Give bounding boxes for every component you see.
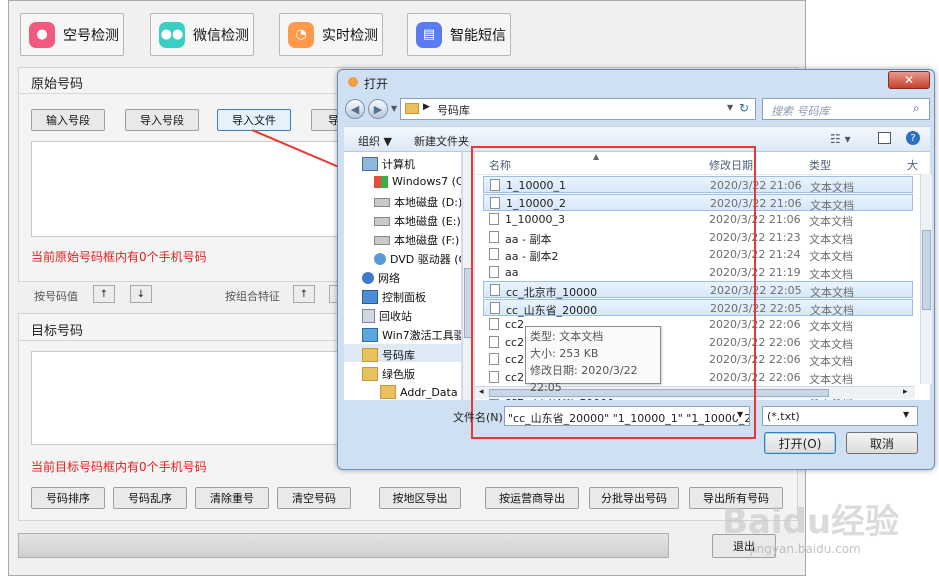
close-icon: ✕ [903, 73, 915, 87]
navigation-pane: 计算机 Windows7 (C: 本地磁盘 (D:) 本地磁盘 (E:) 本地磁… [344, 152, 462, 400]
file-type: 文本文档 [809, 372, 853, 386]
cancel-button[interactable]: 取消 [846, 432, 918, 454]
folder-icon [405, 103, 419, 114]
breadcrumb-separator-icon: ▶ [423, 102, 430, 112]
address-bar[interactable]: ▶ 号码库 ▼ ↻ [400, 98, 756, 120]
nav-number-library[interactable]: 号码库 [362, 347, 415, 363]
forward-button[interactable]: ▶ [368, 99, 388, 119]
nav-label: 回收站 [379, 310, 412, 323]
nav-drive-d[interactable]: 本地磁盘 (D:) [374, 194, 462, 210]
filename-label: 文件名(N): [453, 411, 507, 424]
disk-icon [374, 197, 390, 207]
address-dropdown-icon[interactable]: ▼ [727, 103, 733, 112]
nav-win7-tool[interactable]: Win7激活工具驱 [362, 327, 462, 343]
nav-control-panel[interactable]: 控制面板 [362, 289, 426, 305]
nav-label: 本地磁盘 (E:) [394, 215, 461, 228]
history-dropdown-icon[interactable]: ▼ [391, 104, 397, 113]
file-type: 文本文档 [809, 320, 853, 333]
dialog-title: 打开 [364, 77, 389, 91]
nav-label: 本地磁盘 (D:) [394, 196, 462, 209]
nav-label: Addr_Data [400, 385, 458, 399]
column-size[interactable]: 大 [907, 157, 918, 173]
search-icon[interactable]: ⌕ [913, 101, 920, 116]
organize-menu[interactable]: 组织 ▼ [358, 133, 392, 149]
nav-label: 号码库 [382, 349, 415, 362]
nav-label: 网络 [378, 272, 400, 285]
nav-label: Win7激活工具驱 [382, 329, 462, 342]
refresh-icon[interactable]: ↻ [739, 101, 749, 115]
nav-addr-data[interactable]: Addr_Data [380, 385, 458, 399]
filter-value: (*.txt) [767, 410, 800, 423]
nav-drive-e[interactable]: 本地磁盘 (E:) [374, 213, 461, 229]
file-vertical-scrollbar[interactable] [920, 174, 932, 384]
tool-icon [362, 328, 378, 342]
nav-label: 控制面板 [382, 291, 426, 304]
nav-label: Windows7 (C: [392, 175, 462, 188]
open-file-dialog: 打开 ✕ ◀ ▶ ▼ ▶ 号码库 ▼ ↻ 搜索 号码库 ⌕ 组织 ▼ 新建文件夹… [337, 69, 935, 470]
file-type: 文本文档 [809, 267, 853, 281]
filter-dropdown-icon[interactable]: ▼ [903, 410, 909, 419]
vscroll-thumb[interactable] [922, 230, 931, 310]
search-placeholder: 搜索 号码库 [771, 105, 830, 118]
nav-drive-f[interactable]: 本地磁盘 (F:) [374, 232, 459, 248]
windows-drive-icon [374, 175, 388, 188]
computer-icon [362, 157, 378, 171]
nav-label: DVD 驱动器 (C [390, 253, 462, 266]
filename-dropdown-icon[interactable]: ▼ [735, 410, 744, 419]
nav-dvd[interactable]: DVD 驱动器 (C [374, 251, 462, 267]
folder-icon [380, 385, 396, 399]
filename-value: "cc_山东省_20000" "1_10000_1" "1_10000_2" "… [508, 412, 750, 425]
nav-green-version[interactable]: 绿色版 [362, 366, 415, 382]
file-type: 文本文档 [809, 215, 853, 228]
nav-computer[interactable]: 计算机 [362, 156, 415, 172]
network-icon [362, 272, 374, 284]
control-panel-icon [362, 290, 378, 304]
nav-recycle-bin[interactable]: 回收站 [362, 308, 412, 324]
breadcrumb-folder[interactable]: 号码库 [437, 102, 470, 118]
recycle-bin-icon [362, 309, 375, 323]
filename-input[interactable]: "cc_山东省_20000" "1_10000_1" "1_10000_2" "… [504, 406, 750, 426]
dvd-icon [374, 253, 386, 265]
nav-network[interactable]: 网络 [362, 270, 400, 286]
view-options-icon[interactable]: ☷ ▾ [830, 132, 851, 146]
file-type: 文本文档 [809, 355, 853, 368]
scroll-right-icon[interactable]: ▸ [903, 387, 908, 397]
back-arrow-icon: ◀ [350, 102, 360, 116]
nav-label: 计算机 [382, 158, 415, 171]
open-button[interactable]: 打开(O) [764, 432, 836, 454]
file-type: 文本文档 [809, 232, 853, 246]
search-box[interactable]: 搜索 号码库 ⌕ [762, 98, 930, 120]
folder-icon [362, 348, 378, 362]
watermark-url: jingyan.baidu.com [750, 542, 861, 556]
column-type[interactable]: 类型 [809, 157, 831, 173]
annotation-highlight-box [471, 146, 756, 439]
nav-label: 绿色版 [382, 368, 415, 381]
preview-pane-icon[interactable] [878, 132, 891, 144]
forward-arrow-icon: ▶ [373, 102, 383, 116]
file-type: 文本文档 [809, 250, 853, 263]
nav-label: 本地磁盘 (F:) [394, 234, 460, 247]
help-icon[interactable]: ? [906, 131, 920, 145]
dialog-app-icon [348, 77, 358, 87]
folder-icon [362, 367, 378, 381]
close-button[interactable]: ✕ [888, 71, 930, 89]
disk-icon [374, 216, 390, 226]
file-type: 文本文档 [809, 337, 853, 351]
nav-drive-c[interactable]: Windows7 (C: [374, 175, 462, 188]
new-folder-button[interactable]: 新建文件夹 [414, 133, 469, 149]
back-button[interactable]: ◀ [345, 99, 365, 119]
watermark-logo: Baidu经验 [722, 502, 900, 542]
file-type-filter[interactable]: (*.txt) ▼ [762, 406, 918, 426]
disk-icon [374, 235, 390, 245]
